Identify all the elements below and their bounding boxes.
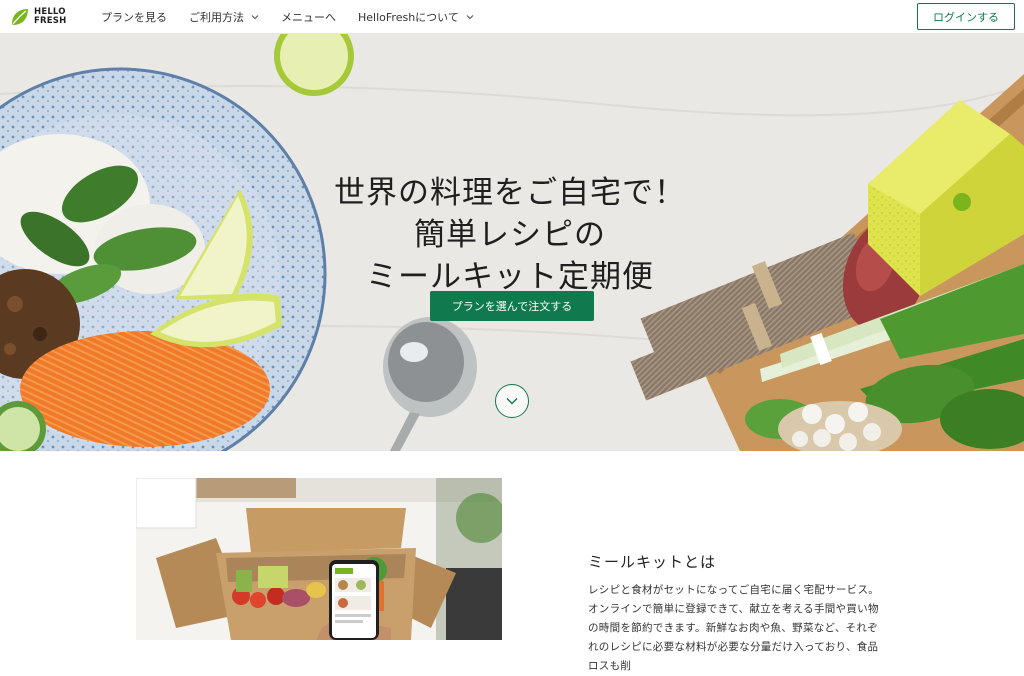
choose-plan-order-button[interactable]: プランを選んで注文する xyxy=(430,291,594,321)
logo-wordmark: HELLO FRESH xyxy=(34,8,66,25)
hero-title-line1: 世界の料理をご自宅で！ xyxy=(334,175,686,211)
hero-title-line2: 簡単レシピの xyxy=(414,217,606,253)
nav-item-label: ご利用方法 xyxy=(189,10,244,24)
hero-title: 世界の料理をご自宅で！ 簡単レシピの ミールキット定期便 xyxy=(300,172,720,298)
hellofresh-logo[interactable]: HELLO FRESH xyxy=(10,5,76,29)
scroll-down-button[interactable] xyxy=(495,384,529,418)
section-description: レシピと食材がセットになってご自宅に届く宅配サービス。オンラインで簡単に登録でき… xyxy=(588,584,880,672)
site-header: HELLO FRESH プランを見る ご利用方法 メニューへ HelloFres… xyxy=(0,0,1024,34)
nav-item-menu[interactable]: メニューへ xyxy=(270,0,347,34)
logo-line2: FRESH xyxy=(34,15,67,26)
main-nav: プランを見る ご利用方法 メニューへ HelloFreshについて xyxy=(90,0,485,34)
leaf-icon xyxy=(12,8,28,25)
login-button[interactable]: ログインする xyxy=(917,3,1015,30)
meal-kit-box-photo xyxy=(136,478,502,640)
chevron-down-icon xyxy=(251,14,259,19)
hero-banner: 世界の料理をご自宅で！ 簡単レシピの ミールキット定期便 プランを選んで注文する xyxy=(0,34,1024,451)
nav-item-label: プランを見る xyxy=(101,10,167,24)
chevron-down-icon xyxy=(466,14,474,19)
section-title: ミールキットとは xyxy=(588,553,717,571)
nav-item-how-to-use[interactable]: ご利用方法 xyxy=(178,0,270,34)
meal-kit-section: ミールキットとは レシピと食材がセットになってご自宅に届く宅配サービス。オンライ… xyxy=(0,451,1024,672)
chevron-down-icon xyxy=(506,398,518,405)
meal-kit-illustration xyxy=(136,478,502,640)
nav-item-label: メニューへ xyxy=(281,10,336,24)
nav-item-about[interactable]: HelloFreshについて xyxy=(347,0,485,34)
nav-item-label: HelloFreshについて xyxy=(358,10,459,24)
nav-item-plans[interactable]: プランを見る xyxy=(90,0,178,34)
